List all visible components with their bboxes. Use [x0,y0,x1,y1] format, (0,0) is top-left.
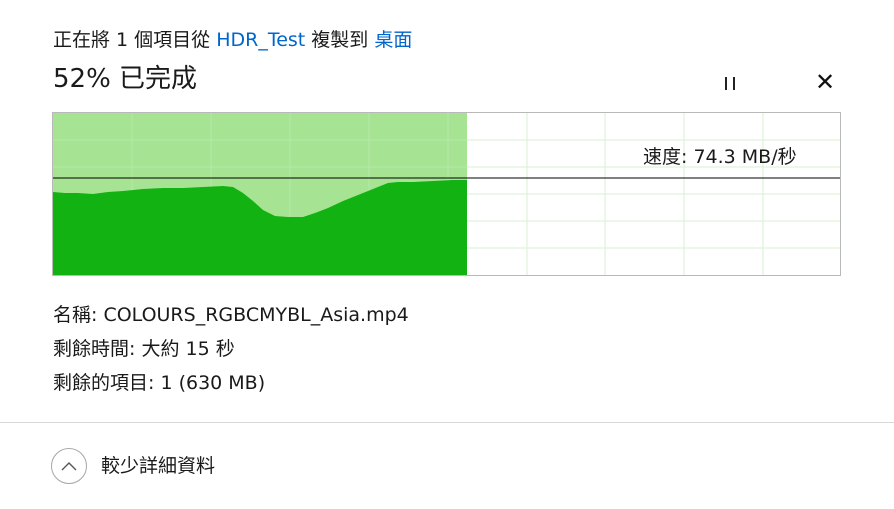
progress-percent-text: 52% 已完成 [53,64,198,94]
pause-button[interactable] [716,70,744,96]
transfer-details: 名稱: COLOURS_RGBCMYBL_Asia.mp4 剩餘時間: 大約 1… [53,298,409,400]
speed-graph-canvas [53,113,840,275]
pause-icon [725,76,727,90]
close-button[interactable]: ✕ [811,68,839,96]
file-name: 名稱: COLOURS_RGBCMYBL_Asia.mp4 [53,304,409,326]
speed-text: 速度: 74.3 MB/秒 [643,146,797,168]
less-details-label: 較少詳細資料 [101,455,216,477]
close-icon: ✕ [814,68,836,96]
pause-icon-bar [733,76,735,90]
items-remaining: 剩餘的項目: 1 (630 MB) [53,372,266,394]
source-folder-link[interactable]: HDR_Test [216,29,305,51]
destination-folder-link[interactable]: 桌面 [374,29,412,51]
speed-graph [52,112,841,276]
copy-status-line: 正在將 1 個項目從 HDR_Test 複製到 桌面 [53,26,412,54]
footer-divider [0,422,894,423]
status-middle: 複製到 [305,29,375,51]
less-details-button[interactable]: 較少詳細資料 [51,448,215,484]
time-remaining: 剩餘時間: 大約 15 秒 [53,338,235,360]
chevron-up-glyph [61,462,77,471]
chevron-up-icon [51,448,87,484]
status-prefix: 正在將 1 個項目從 [53,29,217,51]
